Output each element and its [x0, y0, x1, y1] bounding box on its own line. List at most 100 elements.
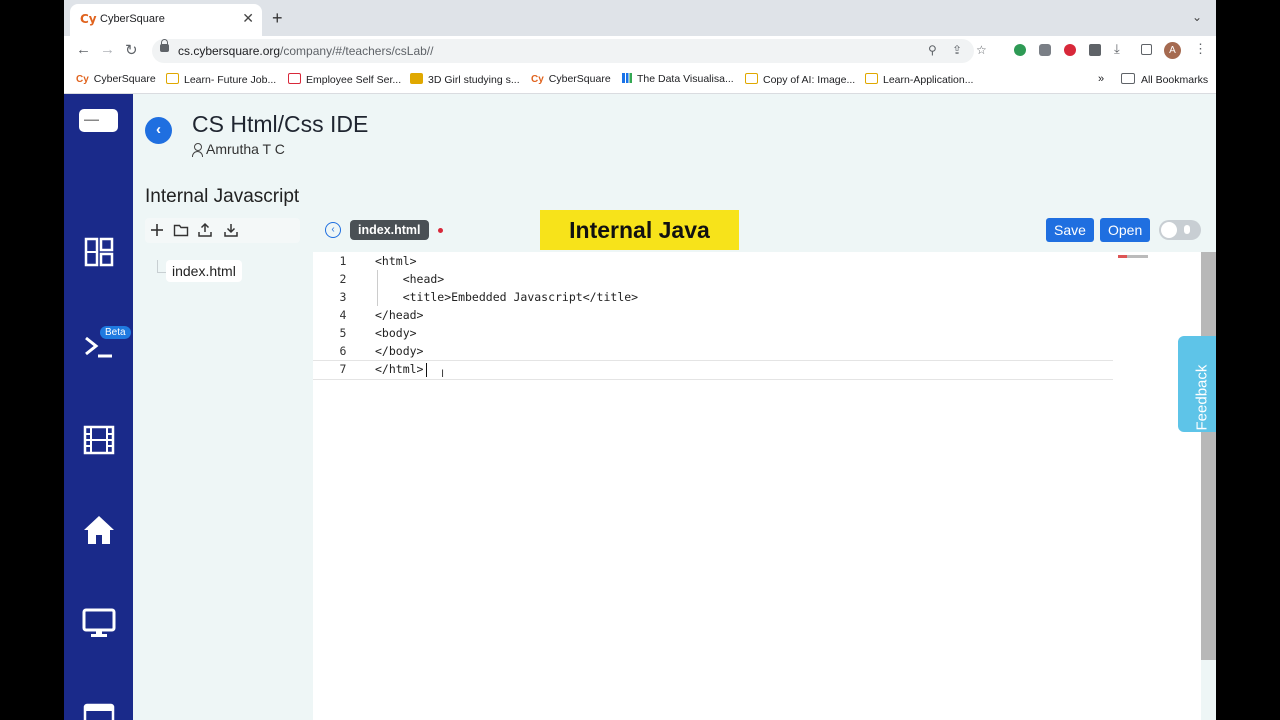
feedback-tab[interactable]: Feedback	[1178, 336, 1216, 432]
code-line: 6 </body>	[313, 342, 1201, 360]
side-panel-icon[interactable]	[1141, 44, 1152, 55]
image-icon	[410, 73, 423, 84]
code-line: 2 <head>	[313, 270, 1201, 288]
doc-icon	[865, 73, 878, 84]
cybersquare-icon: Cy	[76, 74, 89, 85]
browser-tab[interactable]: Cy CyberSquare ✕	[70, 4, 262, 36]
code-line: 5 <body>	[313, 324, 1201, 342]
dashboard-icon[interactable]	[82, 235, 116, 269]
theme-toggle[interactable]	[1159, 220, 1201, 240]
new-tab-button[interactable]: +	[272, 8, 283, 29]
back-button[interactable]: ‹	[145, 117, 172, 144]
tree-connector	[157, 260, 166, 273]
address-bar[interactable]: cs.cybersquare.org/company/#/teachers/cs…	[152, 39, 987, 63]
add-file-icon[interactable]	[149, 222, 165, 238]
share-icon[interactable]: ⇪	[952, 43, 962, 57]
ide-app: ▬▬▬ Beta ‹ CS Html/Css IDE Amrutha T C I…	[64, 94, 1216, 720]
code-text: <head>	[375, 272, 445, 286]
project-title: Internal Javascript	[145, 186, 300, 207]
bookmark-item[interactable]: Cy CyberSquare	[531, 73, 611, 85]
file-item-index-html[interactable]: index.html	[166, 260, 242, 282]
bookmark-item[interactable]: Cy CyberSquare	[76, 73, 156, 85]
bookmark-item[interactable]: Copy of AI: Image...	[745, 73, 855, 86]
add-folder-icon[interactable]	[173, 222, 189, 238]
line-number: 5	[339, 326, 347, 340]
star-icon[interactable]: ☆	[976, 43, 987, 57]
list-icon[interactable]	[82, 699, 116, 720]
bookmark-label: Learn- Future Job...	[184, 74, 277, 86]
minimap[interactable]	[1118, 255, 1148, 258]
bookmark-item[interactable]: 3D Girl studying s...	[410, 73, 520, 86]
monitor-icon[interactable]	[82, 606, 116, 640]
chevron-down-icon[interactable]: ⌄	[1192, 10, 1202, 24]
bookmark-item[interactable]: Learn- Future Job...	[166, 73, 276, 86]
bookmark-label: Copy of AI: Image...	[763, 74, 856, 86]
code-text: </head>	[375, 308, 424, 322]
upload-icon[interactable]	[197, 222, 213, 238]
toggle-indicator	[1184, 225, 1190, 234]
page-title: CS Html/Css IDE	[192, 111, 369, 137]
bookmark-label: CyberSquare	[93, 73, 156, 85]
close-tab-icon[interactable]: ✕	[242, 10, 254, 27]
grammarly-extension-icon[interactable]	[1014, 44, 1026, 56]
bookmarks-overflow-button[interactable]: »	[1098, 73, 1104, 85]
folder-icon	[1121, 73, 1135, 84]
open-button[interactable]: Open	[1100, 218, 1151, 242]
line-number: 6	[339, 344, 347, 358]
profile-avatar[interactable]: A	[1164, 42, 1181, 59]
logo[interactable]: ▬▬▬	[79, 109, 118, 132]
back-arrow-icon[interactable]: ←	[76, 41, 91, 58]
tab-strip: Cy CyberSquare ✕ + ⌄	[64, 0, 1216, 36]
cybersquare-icon: Cy	[531, 74, 544, 85]
feedback-label: Feedback	[1193, 364, 1211, 431]
line-number: 7	[339, 362, 347, 376]
code-text: <html>	[375, 254, 417, 268]
cybersquare-favicon-icon: Cy	[80, 12, 97, 26]
user-icon	[192, 143, 203, 157]
topic-banner: Internal Java	[540, 210, 739, 250]
tab-index-html[interactable]: index.html	[350, 220, 429, 240]
line-number: 3	[339, 290, 347, 304]
line-number: 1	[339, 254, 347, 268]
code-editor[interactable]: 1 <html> 2 <head> 3 <title>Embedded Javas…	[313, 252, 1201, 720]
tab-title: CyberSquare	[100, 13, 165, 25]
bookmark-label: 3D Girl studying s...	[428, 74, 520, 86]
file-toolbar	[145, 218, 300, 243]
history-icon[interactable]: ‹	[325, 222, 341, 238]
ibeam-cursor-icon: I	[441, 368, 445, 380]
camera-extension-icon[interactable]	[1039, 44, 1051, 56]
bookmark-label: Employee Self Ser...	[306, 74, 402, 86]
zoom-icon[interactable]: ⚲	[928, 43, 937, 57]
code-text: </html>	[375, 362, 424, 376]
code-text: <title>Embedded Javascript</title>	[375, 290, 639, 304]
record-extension-icon[interactable]	[1064, 44, 1076, 56]
editor-scrollbar[interactable]	[1201, 252, 1216, 660]
lock-icon	[160, 39, 169, 52]
url-path: /company/#/teachers/csLab//	[280, 44, 434, 58]
home-icon[interactable]	[82, 513, 116, 547]
toggle-knob	[1161, 222, 1177, 238]
url-host: cs.cybersquare.org	[178, 44, 281, 58]
download-icon[interactable]	[223, 222, 239, 238]
film-icon[interactable]	[82, 423, 116, 457]
all-bookmarks-label: All Bookmarks	[1141, 74, 1209, 86]
bookmark-item[interactable]: Learn-Application...	[865, 73, 973, 86]
forward-arrow-icon[interactable]: →	[100, 41, 115, 58]
bookmarks-bar: Cy CyberSquare Learn- Future Job... Emplo…	[64, 66, 1216, 94]
employee-icon	[288, 73, 301, 84]
all-bookmarks-button[interactable]: All Bookmarks	[1121, 73, 1208, 86]
code-line: 3 <title>Embedded Javascript</title>	[313, 288, 1201, 306]
line-number: 4	[339, 308, 347, 322]
bookmark-item[interactable]: The Data Visualisa...	[622, 73, 734, 85]
download-icon[interactable]: ⤓	[1114, 41, 1120, 57]
extensions-puzzle-icon[interactable]	[1089, 44, 1101, 56]
user-name: Amrutha T C	[206, 141, 285, 157]
reload-icon[interactable]: ↻	[125, 41, 138, 59]
bookmark-item[interactable]: Employee Self Ser...	[288, 73, 401, 86]
save-button[interactable]: Save	[1046, 218, 1094, 242]
url-text[interactable]: cs.cybersquare.org/company/#/teachers/cs…	[178, 44, 433, 58]
code-line: 4 </head>	[313, 306, 1201, 324]
editor-header: ‹ index.html Internal Java Save Open	[313, 210, 1216, 252]
chevron-left-icon: ‹	[156, 121, 161, 138]
browser-menu-icon[interactable]: ⋮	[1194, 41, 1207, 57]
